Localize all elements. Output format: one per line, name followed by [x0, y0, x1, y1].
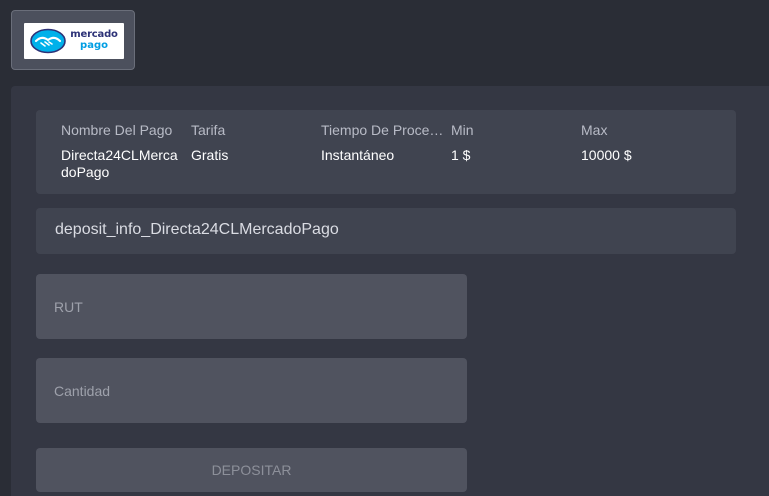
deposit-button[interactable]: DEPOSITAR	[36, 448, 467, 492]
info-value: Directa24CLMercadoPago	[61, 147, 178, 180]
info-header: Tiempo De Procesamiento	[321, 122, 446, 138]
info-value: 1 $	[451, 147, 471, 163]
amount-input[interactable]	[36, 358, 467, 423]
deposit-info-text: deposit_info_Directa24CLMercadoPago	[55, 221, 339, 238]
rut-input[interactable]	[36, 274, 467, 339]
info-value: Instantáneo	[321, 147, 395, 163]
info-column-name: Nombre Del Pago Directa24CLMercadoPago	[61, 122, 183, 181]
info-header: Tarifa	[191, 122, 226, 138]
mercadopago-logo: mercado pago	[24, 23, 124, 59]
payment-method-tile-mercadopago[interactable]: mercado pago	[11, 10, 135, 70]
info-header: Min	[451, 122, 474, 138]
handshake-icon	[30, 28, 66, 54]
logo-line-1: mercado	[70, 29, 118, 40]
mercadopago-wordmark: mercado pago	[66, 29, 122, 51]
payment-info-card: Nombre Del Pago Directa24CLMercadoPago T…	[36, 110, 736, 194]
info-value: 10000 $	[581, 147, 632, 163]
info-column-processing-time: Tiempo De Procesamiento Instantáneo	[321, 122, 446, 164]
info-column-max: Max 10000 $	[581, 122, 701, 164]
deposit-page: mercado pago Nombre Del Pago Directa24CL…	[0, 0, 769, 496]
logo-line-2: pago	[80, 40, 108, 51]
deposit-panel: Nombre Del Pago Directa24CLMercadoPago T…	[11, 86, 769, 496]
info-column-min: Min 1 $	[451, 122, 571, 164]
info-header: Nombre Del Pago	[61, 122, 173, 138]
deposit-info-banner: deposit_info_Directa24CLMercadoPago	[36, 208, 736, 254]
info-header: Max	[581, 122, 608, 138]
info-value: Gratis	[191, 147, 229, 163]
info-column-fee: Tarifa Gratis	[191, 122, 311, 164]
